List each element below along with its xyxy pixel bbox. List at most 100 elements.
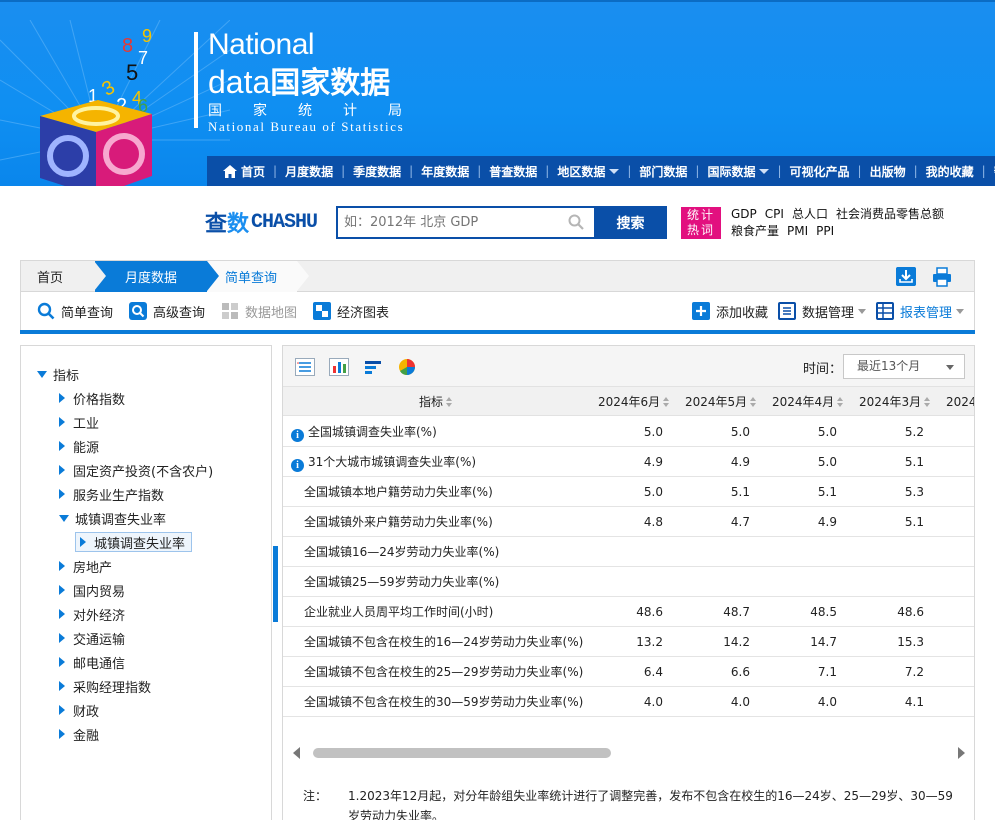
scroll-right-arrow-icon[interactable] <box>958 747 965 759</box>
table-header: 指标 2024年6月 2024年5月 2024年4月 2024年3月 2024 <box>283 386 974 417</box>
tree-item[interactable]: 固定资产投资(不含农户) <box>59 460 213 480</box>
tree-item[interactable]: 财政 <box>59 700 99 720</box>
nav-item-label: 地区数据 <box>557 164 606 179</box>
add-favorite-tool[interactable]: 添加收藏 <box>691 302 768 321</box>
table-cell <box>690 567 750 597</box>
tree-item-label: 邮电通信 <box>73 656 126 672</box>
nav-item-11[interactable]: 帮助 <box>986 156 995 186</box>
tree-item[interactable]: 对外经济 <box>59 604 125 624</box>
hot-word[interactable]: GDP <box>731 207 757 221</box>
data-map-tool[interactable]: 数据地图 <box>221 302 297 321</box>
print-icon[interactable] <box>932 267 952 287</box>
nav-item-9[interactable]: 出版物 <box>862 156 914 186</box>
add-favorite-label: 添加收藏 <box>715 305 768 321</box>
col-header-month[interactable]: 2024年4月 <box>772 387 844 417</box>
col-header-month[interactable]: 2024年6月 <box>598 387 670 417</box>
caret-right-icon <box>59 657 65 667</box>
search-button[interactable]: 搜索 <box>594 206 667 239</box>
table-row: 全国城镇不包含在校生的25—29岁劳动力失业率(%) 6.4 6.6 7.1 7.2 <box>283 657 974 687</box>
simple-query-tool[interactable]: 简单查询 <box>37 302 113 321</box>
scroll-thumb[interactable] <box>313 748 611 758</box>
tree-item-label: 能源 <box>73 440 100 456</box>
hot-word[interactable]: 总人口 <box>792 207 828 221</box>
download-icon[interactable] <box>896 267 916 286</box>
logo-data-cn: 国家数据 <box>270 66 391 101</box>
horizontal-scrollbar[interactable] <box>291 744 967 762</box>
tree-item[interactable]: 交通运输 <box>59 628 125 648</box>
tree-scrollbar[interactable] <box>273 546 278 622</box>
caret-right-icon <box>59 489 65 499</box>
tree-item[interactable]: 能源 <box>59 436 99 456</box>
tree-child-item[interactable]: 城镇调查失业率 <box>75 532 193 552</box>
hot-word[interactable]: PPI <box>816 224 834 238</box>
tree-item[interactable]: 城镇调查失业率 <box>59 508 166 528</box>
caret-right-icon <box>59 393 65 403</box>
table-cell: 5.1 <box>904 515 924 529</box>
nav-item-6[interactable]: 部门数据 <box>631 156 695 186</box>
table-cell: 5.1 <box>904 455 924 469</box>
horizontal-bar-icon[interactable] <box>363 358 383 376</box>
scroll-left-arrow-icon[interactable] <box>293 747 300 759</box>
tree-item[interactable]: 工业 <box>59 412 99 432</box>
nav-item-8[interactable]: 可视化产品 <box>782 156 858 186</box>
nav-item-4[interactable]: 普查数据 <box>481 156 545 186</box>
nav-item-2[interactable]: 季度数据 <box>345 156 409 186</box>
data-manage-tool[interactable]: 数据管理 <box>777 302 866 321</box>
hot-word[interactable]: CPI <box>765 207 784 221</box>
search-icon[interactable] <box>568 214 584 230</box>
breadcrumb-month[interactable]: 月度数据 <box>94 261 219 292</box>
nav-item-1[interactable]: 月度数据 <box>277 156 341 186</box>
economic-chart-tool[interactable]: 经济图表 <box>313 302 389 321</box>
tree-item[interactable]: 价格指数 <box>59 388 125 408</box>
advanced-query-tool[interactable]: 高级查询 <box>129 302 205 321</box>
bar-chart-icon[interactable] <box>329 358 349 376</box>
table-cell: 48.5 <box>810 605 837 619</box>
caret-right-icon <box>59 729 65 739</box>
logo-divider <box>194 32 198 128</box>
info-icon[interactable]: i <box>291 429 304 442</box>
col-header-month[interactable]: 2024年5月 <box>685 387 757 417</box>
caret-right-icon <box>59 585 65 595</box>
caret-down-icon <box>37 370 47 378</box>
table-cell: 4.9 <box>817 515 837 529</box>
hot-word[interactable]: 社会消费品零售总额 <box>836 207 944 221</box>
time-range-select[interactable]: 最近13个月 <box>843 354 965 379</box>
row-indicator-label: 全国城镇调查失业率(%) <box>308 425 437 439</box>
breadcrumb-home[interactable]: 首页 <box>37 261 63 292</box>
hot-word[interactable]: PMI <box>787 224 808 238</box>
table-cell <box>864 567 924 597</box>
search-input[interactable] <box>338 208 558 237</box>
hot-word[interactable]: 粮食产量 <box>731 224 779 238</box>
info-icon[interactable]: i <box>291 459 304 472</box>
row-indicator-label: 全国城镇不包含在校生的30—59岁劳动力失业率(%) <box>304 695 584 709</box>
tree-item[interactable]: 邮电通信 <box>59 652 125 672</box>
nav-item-10[interactable]: 我的收藏 <box>918 156 982 186</box>
table-cell: 13.2 <box>636 635 663 649</box>
col-header-month[interactable]: 2024年3月 <box>859 387 931 417</box>
nav-item-3[interactable]: 年度数据 <box>413 156 477 186</box>
row-indicator-label: 全国城镇不包含在校生的25—29岁劳动力失业率(%) <box>304 665 584 679</box>
table-cell <box>777 537 837 567</box>
col-header-month[interactable]: 2024 <box>946 387 974 417</box>
table-cell: 6.6 <box>730 665 750 679</box>
report-manage-tool[interactable]: 报表管理 <box>875 302 964 321</box>
tree-root[interactable]: 指标 <box>37 364 79 384</box>
row-indicator-label: 全国城镇25—59岁劳动力失业率(%) <box>304 575 500 589</box>
tree-item[interactable]: 房地产 <box>59 556 112 576</box>
search-box <box>336 206 594 239</box>
nav-item-0[interactable]: 首页 <box>215 156 273 186</box>
svg-text:9: 9 <box>142 26 152 46</box>
tree-item[interactable]: 采购经理指数 <box>59 676 151 696</box>
nav-item-label: 我的收藏 <box>925 164 974 179</box>
tree-item[interactable]: 金融 <box>59 724 99 744</box>
pie-chart-icon[interactable] <box>397 358 417 376</box>
list-view-icon[interactable] <box>295 358 315 376</box>
col-header-indicator[interactable]: 指标 <box>419 387 453 417</box>
tree-item[interactable]: 服务业生产指数 <box>59 484 164 504</box>
nav-item-5[interactable]: 地区数据 <box>549 156 627 186</box>
nav-item-label: 月度数据 <box>285 164 334 179</box>
tree-item[interactable]: 国内贸易 <box>59 580 125 600</box>
table-cell: 7.2 <box>904 665 924 679</box>
data-map-label: 数据地图 <box>245 305 298 321</box>
nav-item-7[interactable]: 国际数据 <box>699 156 777 186</box>
